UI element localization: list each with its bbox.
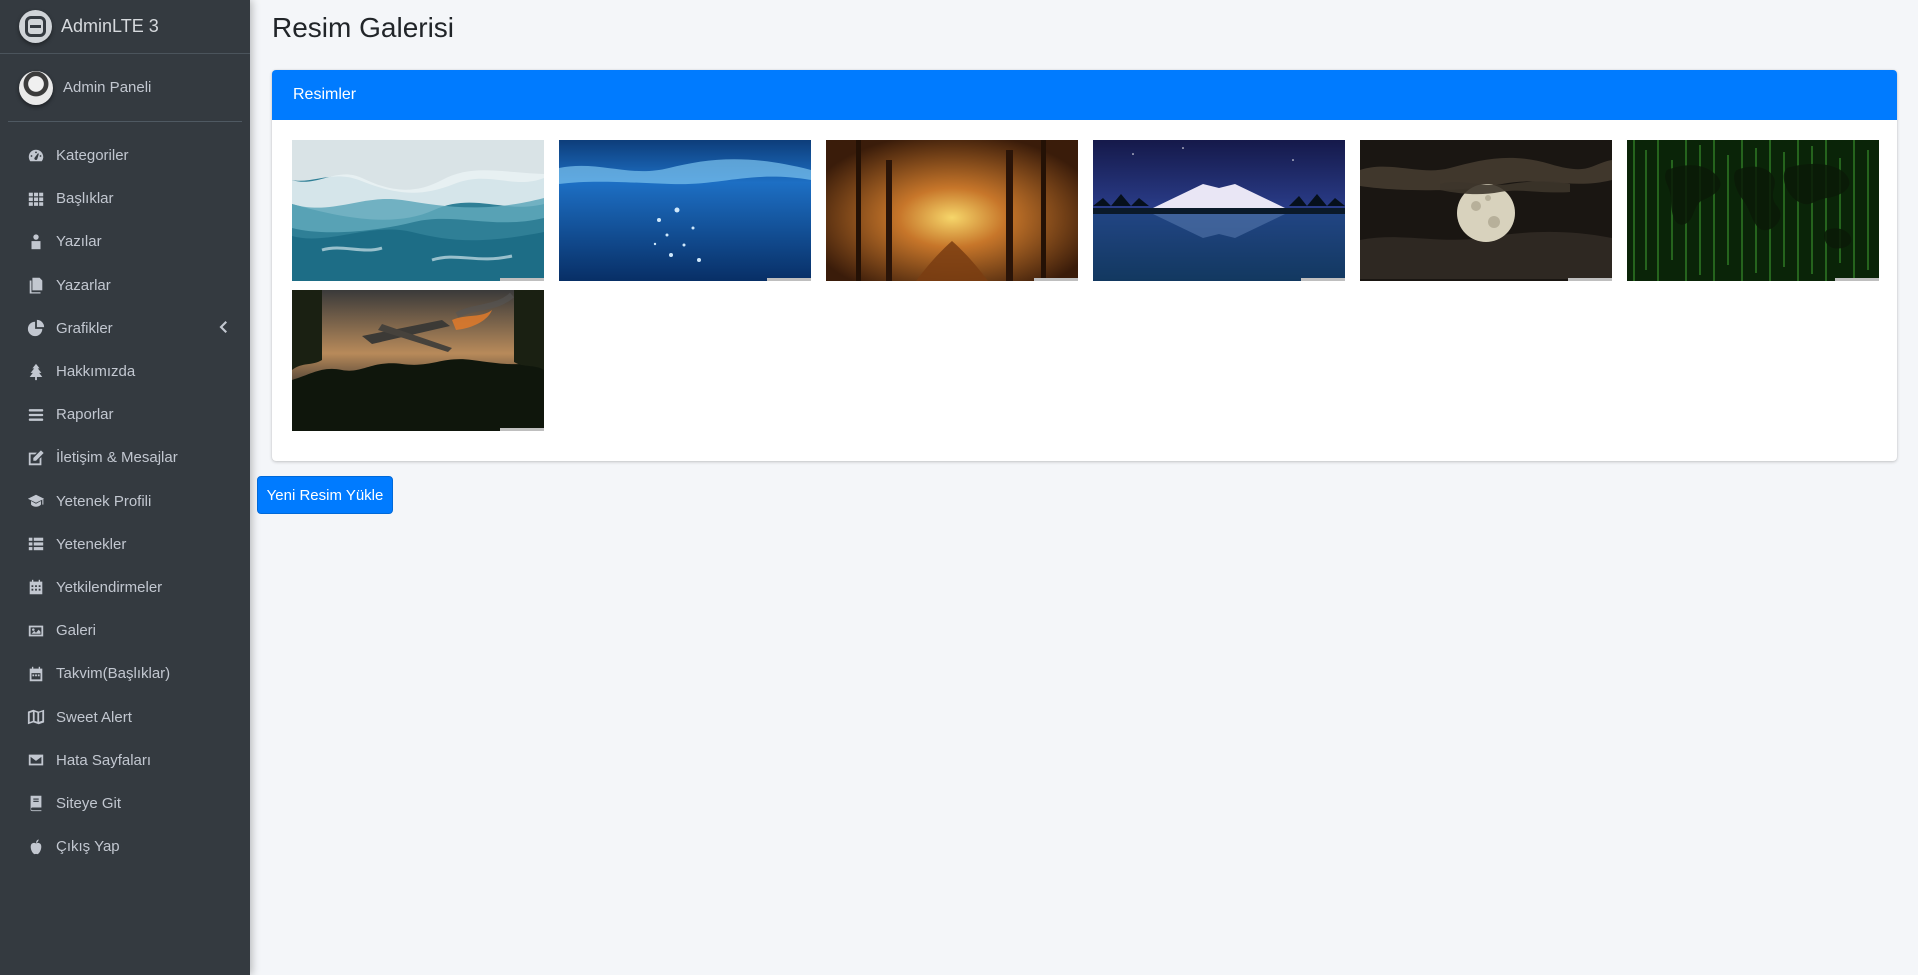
- adminlte-logo-icon: [19, 10, 52, 43]
- card-title: Resimler: [272, 70, 1897, 120]
- sidebar-item-label: Raporlar: [56, 406, 114, 424]
- chevron-left-icon[interactable]: [218, 320, 228, 334]
- avatar: [19, 70, 53, 105]
- sidebar: AdminLTE 3 Admin Paneli Kategoriler Başl…: [0, 0, 250, 975]
- sidebar-nav: Kategoriler Başlıklar Yazılar Yazarlar G…: [0, 122, 250, 868]
- book-icon: [26, 794, 46, 812]
- copy-icon: [26, 276, 46, 294]
- sidebar-item-basliklar[interactable]: Başlıklar: [0, 177, 250, 220]
- sidebar-item-label: Yetenekler: [56, 535, 127, 553]
- moon-night-image[interactable]: [1360, 140, 1612, 281]
- ocean-waves-image[interactable]: [292, 140, 544, 281]
- sidebar-item-kategoriler[interactable]: Kategoriler: [0, 134, 250, 177]
- calendar-grid-icon: [26, 578, 46, 596]
- bars-icon: [26, 406, 46, 424]
- calendar-icon: [26, 665, 46, 683]
- sidebar-item-siteye-git[interactable]: Siteye Git: [0, 782, 250, 825]
- sidebar-item-yazarlar[interactable]: Yazarlar: [0, 264, 250, 307]
- user-name: Admin Paneli: [63, 79, 152, 96]
- map-icon: [26, 708, 46, 726]
- sidebar-item-galeri[interactable]: Galeri: [0, 609, 250, 652]
- sidebar-item-raporlar[interactable]: Raporlar: [0, 393, 250, 436]
- image-icon: [26, 622, 46, 640]
- sidebar-item-yazilar[interactable]: Yazılar: [0, 220, 250, 263]
- upload-image-button[interactable]: Yeni Resim Yükle: [257, 476, 393, 514]
- sidebar-item-yetenek-profili[interactable]: Yetenek Profili: [0, 480, 250, 523]
- user-panel[interactable]: Admin Paneli: [8, 54, 242, 122]
- tree-icon: [26, 363, 46, 381]
- sidebar-item-label: Hata Sayfaları: [56, 751, 152, 769]
- sidebar-item-label: İletişim & Mesajlar: [56, 449, 178, 467]
- sidebar-item-label: Yetenek Profili: [56, 492, 152, 510]
- sidebar-item-label: Çıkış Yap: [56, 838, 120, 856]
- sidebar-item-label: Takvim(Başlıklar): [56, 665, 171, 683]
- sidebar-item-label: Grafikler: [56, 319, 113, 337]
- sidebar-item-label: Hakkımızda: [56, 363, 136, 381]
- brand-text: AdminLTE 3: [61, 16, 159, 36]
- grid-icon: [26, 190, 46, 208]
- edit-icon: [26, 449, 46, 467]
- matrix-world-map-image[interactable]: [1627, 140, 1879, 281]
- pie-chart-icon: [26, 319, 46, 337]
- plane-crash-image[interactable]: [292, 290, 544, 431]
- sidebar-item-hata-sayfalari[interactable]: Hata Sayfaları: [0, 739, 250, 782]
- sidebar-item-yetenekler[interactable]: Yetenekler: [0, 523, 250, 566]
- sidebar-item-label: Siteye Git: [56, 794, 122, 812]
- sidebar-item-label: Yetkilendirmeler: [56, 578, 163, 596]
- sidebar-item-label: Kategoriler: [56, 147, 129, 165]
- brand-link[interactable]: AdminLTE 3: [0, 0, 250, 54]
- sidebar-item-label: Galeri: [56, 622, 97, 640]
- table-icon: [26, 535, 46, 553]
- sidebar-item-yetkilendirmeler[interactable]: Yetkilendirmeler: [0, 566, 250, 609]
- page-title: Resim Galerisi: [272, 12, 455, 43]
- sidebar-item-label: Yazarlar: [56, 276, 111, 294]
- sidebar-item-label: Sweet Alert: [56, 708, 132, 726]
- envelope-icon: [26, 751, 46, 769]
- autumn-forest-image[interactable]: [826, 140, 1078, 281]
- graduation-cap-icon: [26, 492, 46, 510]
- sidebar-item-label: Başlıklar: [56, 190, 114, 208]
- sidebar-item-sweet-alert[interactable]: Sweet Alert: [0, 695, 250, 738]
- person-icon: [26, 233, 46, 251]
- sidebar-item-label: Yazılar: [56, 233, 102, 251]
- underwater-image[interactable]: [559, 140, 811, 281]
- gallery-card: Resimler: [272, 70, 1897, 461]
- sidebar-item-grafikler[interactable]: Grafikler: [0, 307, 250, 350]
- sidebar-item-hakkimizda[interactable]: Hakkımızda: [0, 350, 250, 393]
- sidebar-item-iletisim-mesajlar[interactable]: İletişim & Mesajlar: [0, 436, 250, 479]
- content-wrapper: Resim Galerisi Resimler Yeni Resim Yükle: [250, 0, 1918, 975]
- sidebar-item-takvim[interactable]: Takvim(Başlıklar): [0, 652, 250, 695]
- sidebar-item-cikis-yap[interactable]: Çıkış Yap: [0, 825, 250, 868]
- apple-icon: [26, 838, 46, 856]
- mountain-lake-image[interactable]: [1093, 140, 1345, 281]
- tachometer-icon: [26, 147, 46, 165]
